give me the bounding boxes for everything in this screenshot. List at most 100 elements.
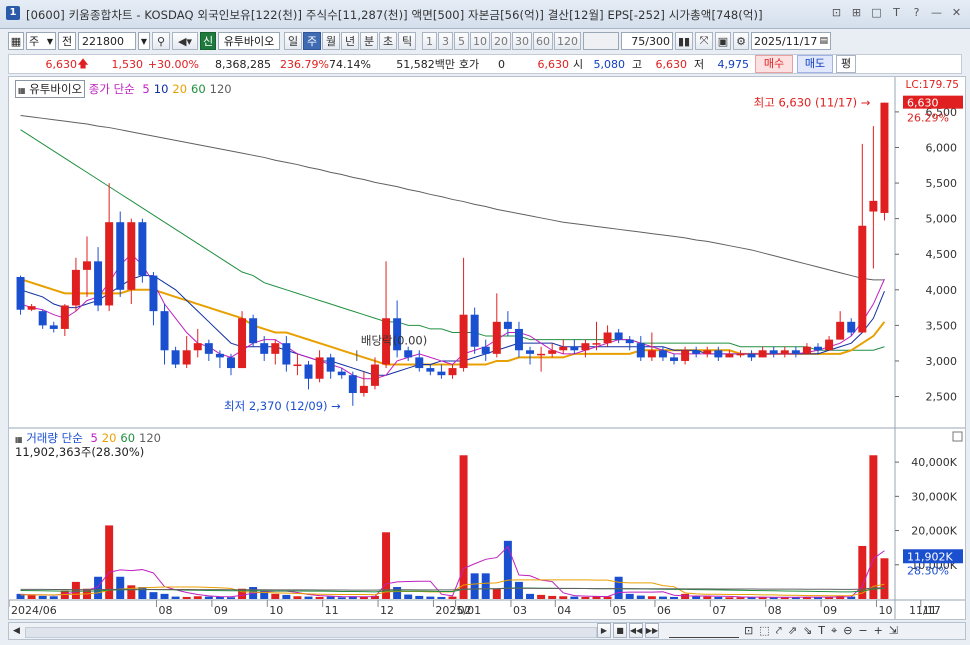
candle-body bbox=[647, 350, 656, 358]
price-legend: ▦ 유투바이오 종가 단순 5 10 20 60 120 bbox=[15, 80, 232, 98]
price-pane-name[interactable]: ▦ 유투바이오 bbox=[15, 80, 86, 98]
candle-body bbox=[49, 325, 58, 329]
rewind-icon[interactable]: ◀◀ bbox=[629, 623, 643, 638]
ma-legend-120[interactable]: 120 bbox=[210, 82, 232, 96]
up-trend-icon[interactable]: ⇗ bbox=[788, 624, 797, 638]
candle-body bbox=[149, 275, 158, 312]
marker-icon[interactable]: ⌖ bbox=[831, 624, 837, 638]
scroll-track[interactable] bbox=[25, 627, 597, 638]
price-change: 1,530 bbox=[111, 57, 144, 71]
arrange-icon[interactable]: ⇲ bbox=[889, 624, 898, 638]
select-icon[interactable]: ⬚ bbox=[759, 624, 769, 638]
plus-icon[interactable]: + bbox=[874, 624, 883, 638]
interval-button-30[interactable]: 30 bbox=[512, 32, 532, 50]
candle-body bbox=[171, 350, 180, 365]
open-price: 5,080 bbox=[593, 57, 626, 71]
down-trend-icon[interactable]: ⇘ bbox=[803, 624, 812, 638]
speaker-icon[interactable]: ◀▾ bbox=[172, 32, 198, 50]
volume-bar bbox=[514, 581, 523, 599]
interval-button-10[interactable]: 10 bbox=[470, 32, 490, 50]
candle-body bbox=[636, 343, 645, 358]
text-icon[interactable]: T bbox=[818, 624, 825, 638]
market-all-button[interactable]: 전 bbox=[58, 32, 76, 50]
period-tab-1[interactable]: 주 bbox=[303, 32, 321, 50]
restore-icon[interactable]: ⊡ bbox=[829, 5, 844, 20]
volume-bar bbox=[238, 588, 247, 599]
period-tab-5[interactable]: 초 bbox=[379, 32, 397, 50]
ma-legend-5[interactable]: 5 bbox=[142, 82, 149, 96]
count-field[interactable]: 75/300 bbox=[621, 32, 673, 50]
maximize-icon[interactable]: □ bbox=[869, 5, 884, 20]
zoom-slider[interactable] bbox=[669, 625, 739, 638]
interval-button-1[interactable]: 1 bbox=[422, 32, 437, 50]
candle-body bbox=[138, 222, 147, 276]
signal-badge[interactable]: 신 bbox=[200, 32, 216, 50]
interval-button-3[interactable]: 3 bbox=[438, 32, 453, 50]
arrow-icon[interactable]: ⤤ bbox=[776, 624, 782, 638]
candle-body bbox=[625, 339, 634, 344]
candle-body bbox=[116, 222, 125, 290]
market-select[interactable]: 주 ▼ bbox=[26, 32, 56, 50]
ma-legend-60[interactable]: 60 bbox=[191, 82, 206, 96]
ma-legend-10[interactable]: 10 bbox=[154, 82, 169, 96]
crosshair-icon[interactable]: ⤧ bbox=[695, 32, 713, 50]
candle-body bbox=[791, 350, 800, 354]
volume-ma-line-120 bbox=[20, 587, 885, 591]
trade-volume: 8,368,285 bbox=[215, 57, 271, 71]
minus-icon[interactable]: − bbox=[858, 624, 867, 638]
search-icon[interactable]: ⚲ bbox=[152, 32, 170, 50]
interval-button-5[interactable]: 5 bbox=[454, 32, 469, 50]
period-tab-3[interactable]: 년 bbox=[341, 32, 359, 50]
count-value: 75 bbox=[631, 34, 646, 48]
period-tab-6[interactable]: 틱 bbox=[398, 32, 416, 50]
bar-chart-icon[interactable]: ▮▮ bbox=[675, 32, 693, 50]
date-input[interactable]: 2025/11/17 ▤ bbox=[751, 32, 831, 50]
chart-toolbar: ▦ 주 ▼ 전 221800 ▼ ⚲ ◀▾ 신 유투바이오 일주월년분초틱 135… bbox=[8, 30, 962, 52]
zoom-out-icon[interactable]: ⊖ bbox=[843, 624, 852, 638]
forward-icon[interactable]: ▶▶ bbox=[645, 623, 659, 638]
low-annotation: 최저 2,370 (12/09) → bbox=[224, 399, 341, 413]
blank-field[interactable] bbox=[583, 32, 619, 50]
scroll-left-icon[interactable]: ◀ bbox=[13, 626, 20, 636]
chart-area[interactable]: 6,500 6,000 5,500 5,000 4,500 4,000 3,500 3,000… bbox=[8, 76, 966, 620]
candle-body bbox=[337, 371, 346, 376]
eval-button[interactable]: 평 bbox=[836, 55, 856, 73]
gear-icon[interactable]: ⚙ bbox=[733, 32, 749, 50]
buy-button[interactable]: 매수 bbox=[755, 55, 793, 73]
period-tab-0[interactable]: 일 bbox=[284, 32, 302, 50]
minimize-icon[interactable]: — bbox=[929, 5, 944, 20]
save-icon[interactable]: ▣ bbox=[715, 32, 731, 50]
period-tab-4[interactable]: 분 bbox=[360, 32, 378, 50]
pin-icon[interactable]: T bbox=[889, 5, 904, 20]
vma-legend-120[interactable]: 120 bbox=[139, 431, 161, 445]
vma-legend-5[interactable]: 5 bbox=[90, 431, 97, 445]
range-icon[interactable]: ⊡ bbox=[744, 624, 753, 638]
pane-icon: ▦ bbox=[15, 435, 23, 444]
play-icon[interactable]: ▶ bbox=[597, 623, 611, 638]
interval-button-60[interactable]: 60 bbox=[533, 32, 553, 50]
grid-icon[interactable]: ▦ bbox=[8, 32, 24, 50]
close-icon[interactable]: ✕ bbox=[949, 5, 964, 20]
interval-button-20[interactable]: 20 bbox=[491, 32, 511, 50]
price-change-pct: +30.00% bbox=[147, 57, 199, 71]
vma-legend-20[interactable]: 20 bbox=[102, 431, 117, 445]
candle-body bbox=[260, 343, 269, 354]
period-tab-2[interactable]: 월 bbox=[322, 32, 340, 50]
stop-icon[interactable]: ■ bbox=[613, 623, 627, 638]
ma-legend-20[interactable]: 20 bbox=[172, 82, 187, 96]
chart-canvas[interactable]: 6,5006,0005,5005,0004,5004,0003,5003,000… bbox=[9, 77, 965, 619]
calendar-icon[interactable]: ▤ bbox=[819, 36, 828, 46]
help-icon[interactable]: ? bbox=[909, 5, 924, 20]
vma-legend-60[interactable]: 60 bbox=[120, 431, 135, 445]
candle-body bbox=[182, 350, 191, 365]
candle-body bbox=[193, 343, 202, 351]
stock-code-input[interactable]: 221800 bbox=[78, 32, 136, 50]
window-controls: ⊡ ⊞ □ T? — ✕ bbox=[829, 5, 964, 20]
volume-bar bbox=[127, 585, 136, 599]
time-tick-label: 05 bbox=[613, 604, 627, 617]
code-dropdown-chevron-icon[interactable]: ▼ bbox=[138, 32, 150, 50]
candle-body bbox=[448, 368, 457, 376]
interval-button-120[interactable]: 120 bbox=[554, 32, 581, 50]
new-window-icon[interactable]: ⊞ bbox=[849, 5, 864, 20]
sell-button[interactable]: 매도 bbox=[797, 55, 833, 73]
